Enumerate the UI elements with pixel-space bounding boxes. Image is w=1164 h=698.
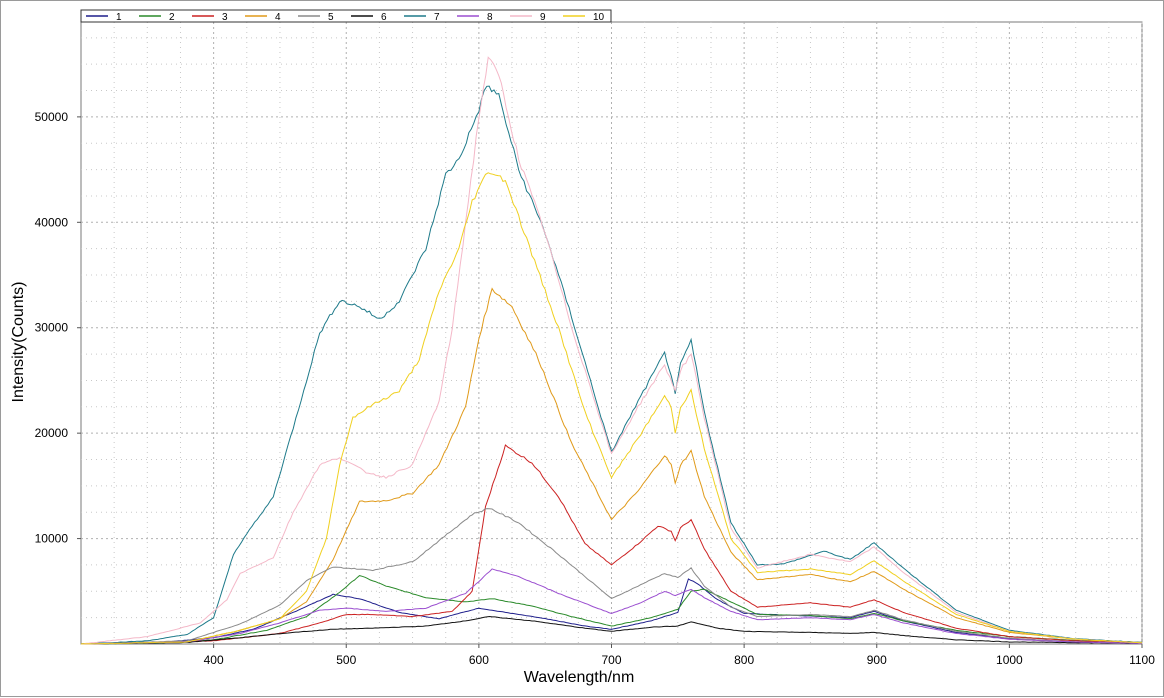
chart-window: 400 500 600 700 800 900 1000 1100 10000 20000 3000… [0, 0, 1164, 697]
legend-label-5: 5 [328, 12, 334, 23]
y-tick-label: 40000 [35, 215, 69, 229]
legend-label-7: 7 [434, 12, 440, 23]
x-tick-label: 500 [336, 653, 356, 667]
legend-label-3: 3 [222, 12, 228, 23]
legend-label-1: 1 [116, 12, 122, 23]
legend-label-10: 10 [593, 12, 605, 23]
y-tick-label: 30000 [35, 321, 69, 335]
x-tick-label: 800 [734, 653, 754, 667]
y-tick-label: 10000 [35, 532, 69, 546]
x-tick-label: 1100 [1129, 653, 1155, 667]
y-axis-title: Intensity(Counts) [10, 282, 27, 403]
x-tick-label: 900 [867, 653, 887, 667]
legend-label-4: 4 [275, 12, 281, 23]
x-tick-label: 600 [469, 653, 489, 667]
x-tick-label: 400 [204, 653, 224, 667]
x-tick-label: 700 [601, 653, 621, 667]
y-tick-label: 20000 [35, 426, 69, 440]
y-tick-label: 50000 [35, 110, 69, 124]
legend: 1 2 3 4 5 6 7 8 9 10 [80, 9, 612, 23]
legend-label-9: 9 [540, 12, 546, 23]
x-tick-label: 1000 [996, 653, 1023, 667]
legend-label-8: 8 [487, 12, 493, 23]
legend-label-2: 2 [169, 12, 175, 23]
spectrum-chart: 400 500 600 700 800 900 1000 1100 10000 20000 3000… [10, 9, 1155, 686]
legend-label-6: 6 [381, 12, 387, 23]
x-axis-title: Wavelength/nm [524, 669, 635, 686]
